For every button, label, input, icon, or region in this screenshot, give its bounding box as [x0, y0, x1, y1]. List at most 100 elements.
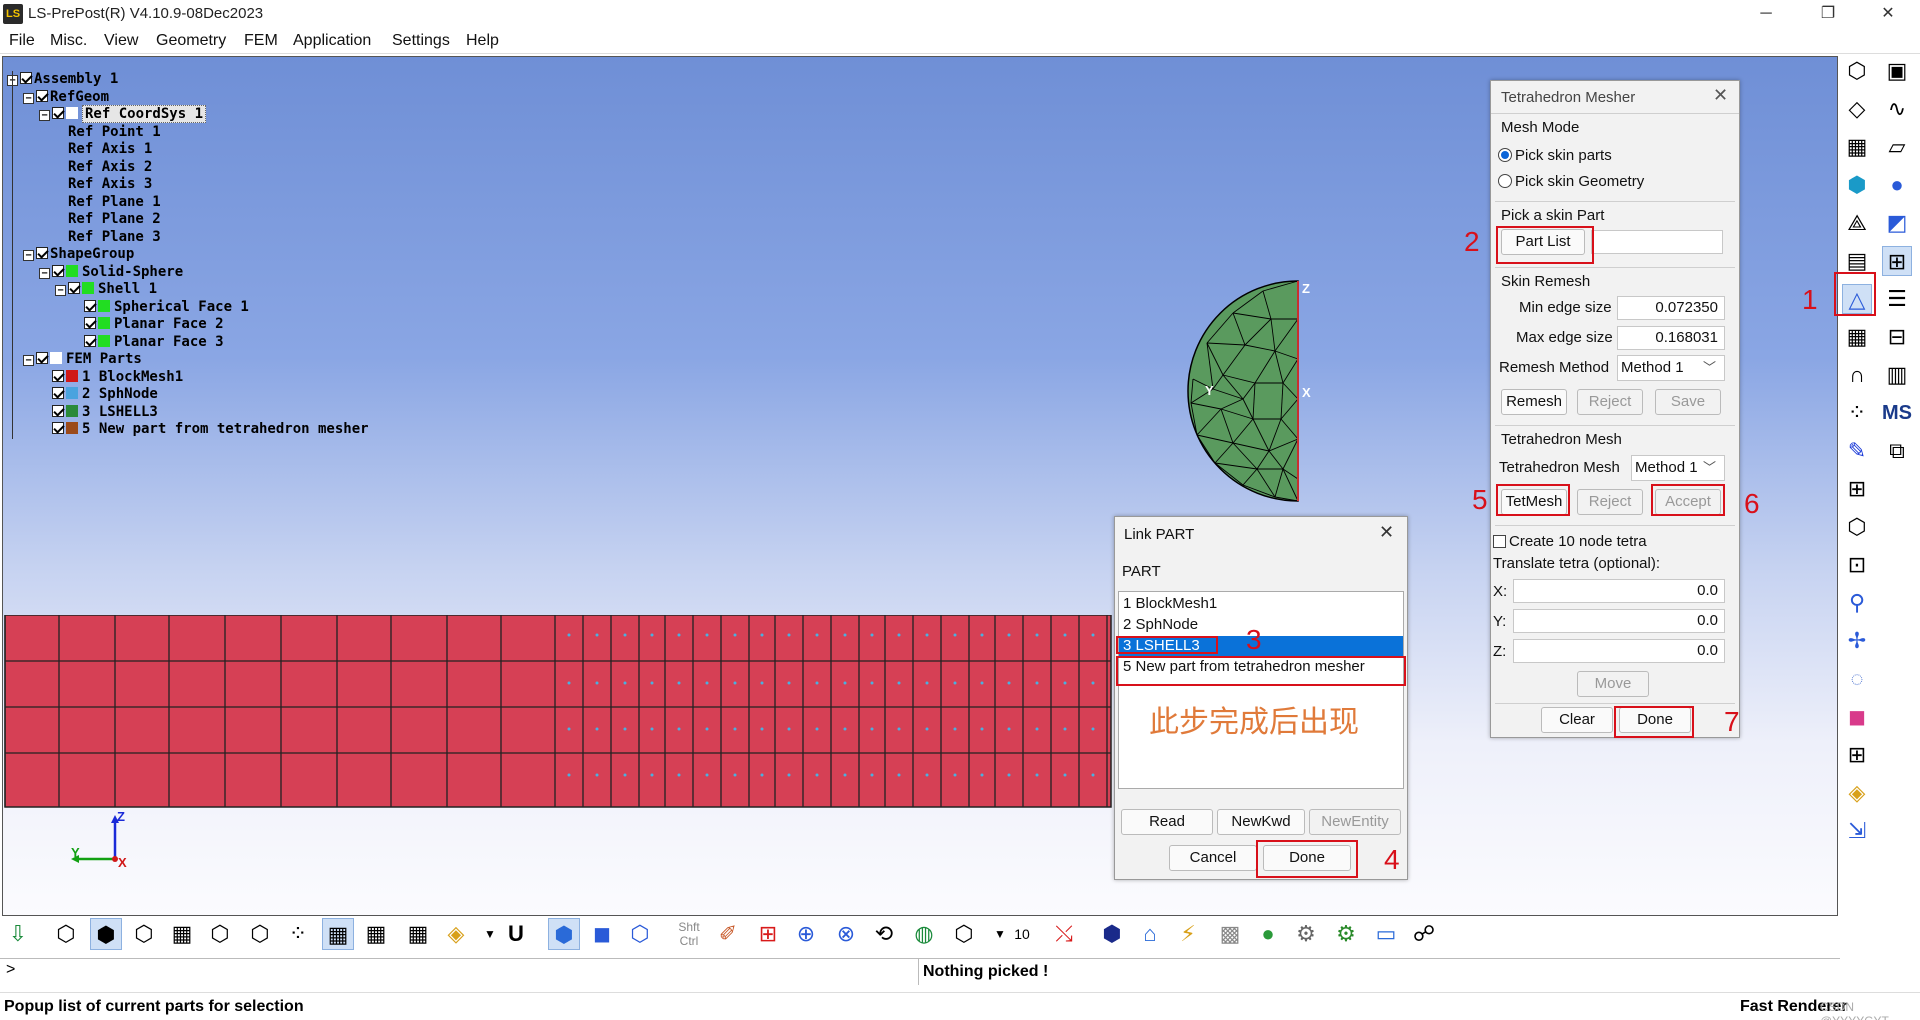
tree-item[interactable]: 5 New part from tetrahedron mesher [39, 421, 369, 438]
checkbox-icon[interactable] [36, 352, 48, 364]
close-icon[interactable]: ✕ [1379, 522, 1394, 543]
skin-part-field[interactable] [1591, 230, 1723, 254]
x-field[interactable]: 0.0 [1513, 579, 1725, 603]
edge-cube-icon[interactable]: ⬡ [204, 918, 236, 950]
checkbox-icon[interactable] [52, 107, 64, 119]
tree-item[interactable]: Ref Plane 3 [55, 229, 161, 246]
reject-remesh-button[interactable]: Reject [1577, 389, 1643, 415]
collapse-icon[interactable]: − [23, 355, 34, 366]
max-edge-field[interactable]: 0.168031 [1617, 326, 1725, 350]
menu-file[interactable]: File [9, 32, 35, 50]
tree-item[interactable]: Ref Point 1 [55, 124, 161, 141]
tree-item[interactable]: 3 LSHELL3 [39, 404, 158, 421]
command-line[interactable]: > Nothing picked ! [0, 958, 1840, 985]
hidden-cube-icon[interactable]: ⬡ [128, 918, 160, 950]
model-icon[interactable]: ⇩ [2, 918, 34, 950]
sphere-icon[interactable]: ● [1882, 170, 1912, 200]
fringe-icon[interactable]: ◈ [440, 918, 472, 950]
checkbox-icon[interactable] [52, 264, 64, 277]
play-icon[interactable]: ● [1252, 918, 1284, 950]
eraser-icon[interactable]: ✐ [712, 918, 744, 950]
tree-item[interactable]: − Solid-Sphere [39, 264, 183, 281]
menu-fem[interactable]: FEM [244, 32, 278, 50]
view-cube-icon[interactable]: ⬢ [548, 918, 580, 950]
lightning-icon[interactable]: ⚡ [1172, 918, 1204, 950]
home-icon[interactable]: ⌂ [1134, 918, 1166, 950]
part-cube-icon[interactable]: ⬢ [1096, 918, 1128, 950]
z-field[interactable]: 0.0 [1513, 639, 1725, 663]
checkbox-icon[interactable] [36, 247, 48, 259]
menu-misc[interactable]: Misc. [50, 32, 87, 50]
menu-settings[interactable]: Settings [392, 32, 450, 50]
morph-icon[interactable]: ⚲ [1842, 588, 1872, 618]
tree-item[interactable]: − FEM Parts [23, 351, 142, 368]
tree-item[interactable]: 1 BlockMesh1 [39, 369, 183, 386]
newentity-button[interactable]: NewEntity [1309, 809, 1401, 835]
save-button[interactable]: Save [1655, 389, 1721, 415]
tree-item[interactable]: Ref Axis 2 [55, 159, 152, 176]
mesh-cube3-icon[interactable]: ▦ [402, 918, 434, 950]
point-cube-icon[interactable]: ⁘ [282, 918, 314, 950]
grid-icon[interactable]: ▤ [1842, 246, 1872, 276]
checkbox-icon[interactable] [52, 387, 64, 399]
mesh-icon[interactable]: ▦ [1842, 132, 1872, 162]
list-icon[interactable]: ▥ [1882, 360, 1912, 390]
reject-tetmesh-button[interactable]: Reject [1577, 489, 1643, 515]
collapse-icon[interactable]: − [39, 110, 50, 121]
contour-icon[interactable]: ◈ [1842, 778, 1872, 808]
solid-mesh-icon[interactable]: ⊞ [1882, 246, 1912, 276]
tree-item[interactable]: −Assembly 1 [7, 71, 118, 88]
gear-green-icon[interactable]: ⚙ [1330, 918, 1362, 950]
close-icon[interactable]: ✕ [1713, 85, 1728, 106]
checkbox-icon[interactable] [36, 89, 48, 102]
element-grid-icon[interactable]: ▦ [1842, 322, 1872, 352]
checkbox-icon[interactable] [84, 317, 96, 329]
read-button[interactable]: Read [1121, 809, 1213, 835]
menu-geometry[interactable]: Geometry [156, 32, 226, 50]
checker-icon[interactable]: ▩ [1214, 918, 1246, 950]
angle-value[interactable]: 10 [1006, 918, 1038, 950]
checkbox-icon[interactable] [84, 299, 96, 312]
block-icon[interactable]: ◩ [1882, 208, 1912, 238]
element-edit-icon[interactable]: ⊟ [1882, 322, 1912, 352]
layers-icon[interactable]: ☰ [1882, 284, 1912, 314]
feature-cube-icon[interactable]: ▦ [166, 918, 198, 950]
ms-mesh-icon[interactable]: ⊞ [1842, 740, 1872, 770]
checkbox-icon[interactable] [84, 334, 96, 347]
shape-mesher-icon[interactable]: ⟁ [1842, 208, 1872, 238]
wire-view-icon[interactable]: ⬡ [624, 918, 656, 950]
shaded-cube-icon[interactable]: ⬢ [90, 918, 122, 950]
solid-view-icon[interactable]: ◼ [586, 918, 618, 950]
clear-button[interactable]: Clear [1541, 707, 1613, 733]
tree-item[interactable]: Ref Plane 1 [55, 194, 161, 211]
shift-ctrl-icon[interactable]: Shft Ctrl [674, 920, 704, 948]
y-field[interactable]: 0.0 [1513, 609, 1725, 633]
gear-icon[interactable]: ⚙ [1290, 918, 1322, 950]
tree-item[interactable]: − ShapeGroup [23, 246, 134, 263]
cube-wire-icon[interactable]: ⬡ [1842, 512, 1872, 542]
cube-mesh-icon[interactable]: ⊡ [1842, 550, 1872, 580]
collapse-icon[interactable]: − [55, 285, 66, 296]
tree-item[interactable]: − Shell 1 [55, 281, 157, 298]
part-list[interactable]: 1 BlockMesh1 2 SphNode 3 LSHELL3 5 New p… [1118, 591, 1404, 789]
collapse-icon[interactable]: − [23, 250, 34, 261]
menu-help[interactable]: Help [466, 32, 499, 50]
node-grid-icon[interactable]: ⊞ [1842, 474, 1872, 504]
tree-item[interactable]: − RefGeom [23, 89, 109, 106]
create-10-node-checkbox[interactable]: Create 10 node tetra [1493, 533, 1647, 550]
collapse-icon[interactable]: − [39, 267, 50, 279]
cube-icon[interactable]: ⬡ [1842, 56, 1872, 86]
menu-view[interactable]: View [104, 32, 138, 50]
tree-item[interactable]: − Ref CoordSys 1 [39, 105, 207, 123]
surface-icon[interactable]: ◇ [1842, 94, 1872, 124]
mesh-cube-icon[interactable]: ▦ [322, 918, 354, 950]
globe-icon[interactable]: ◍ [908, 918, 940, 950]
tree-item[interactable]: Ref Plane 2 [55, 211, 161, 228]
restore-icon[interactable]: ❐ [1798, 0, 1858, 28]
nodes-icon[interactable]: ⁘ [1842, 398, 1872, 428]
min-edge-field[interactable]: 0.072350 [1617, 296, 1725, 320]
tetrahedron-mesher-icon[interactable]: △ [1842, 284, 1872, 314]
radio-pick-skin-parts[interactable]: Pick skin parts [1498, 147, 1612, 164]
remesh-method-select[interactable]: Method 1 ﹀ [1617, 355, 1725, 381]
checkbox-icon[interactable] [68, 282, 80, 294]
